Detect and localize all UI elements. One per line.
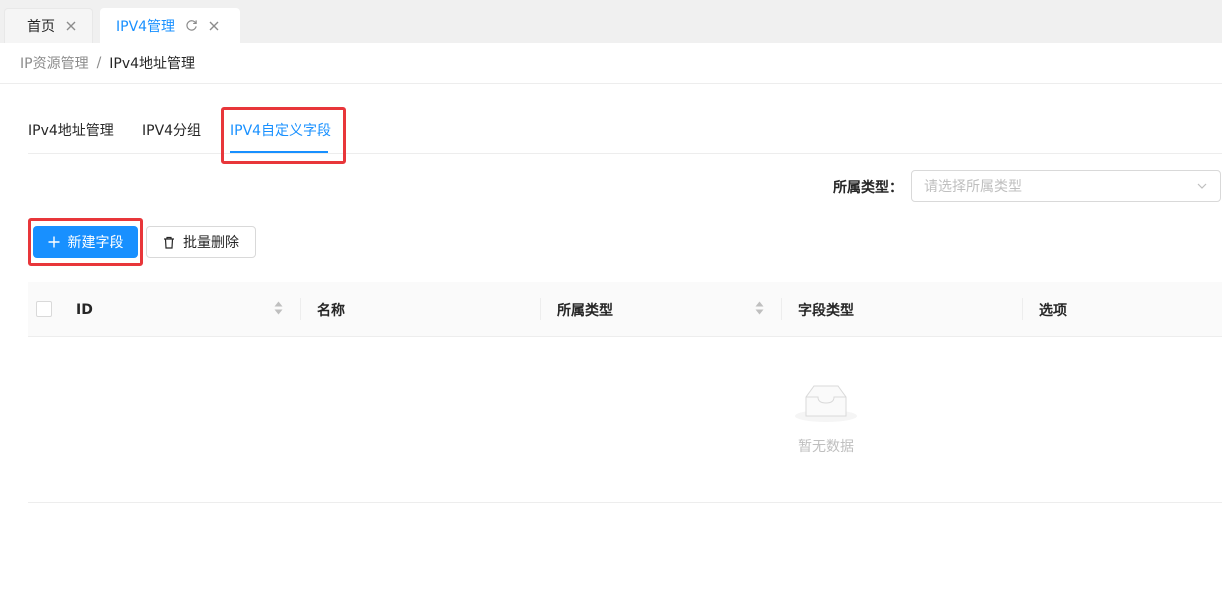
refresh-icon[interactable] — [185, 19, 198, 32]
column-header-belong-type[interactable]: 所属类型 — [557, 282, 613, 337]
batch-delete-label: 批量删除 — [183, 234, 239, 250]
tab-ipv4-group[interactable]: IPV4分组 — [142, 120, 201, 140]
filter-label: 所属类型： — [833, 180, 903, 196]
sort-icon[interactable] — [755, 301, 764, 315]
fields-table: ID 名称 所属类型 字段类型 选项 — [28, 282, 1222, 503]
breadcrumb-divider — [0, 83, 1222, 84]
page-tab-label: IPV4管理 — [116, 18, 176, 35]
type-select[interactable]: 请选择所属类型 — [911, 170, 1221, 202]
page-tab-home[interactable]: 首页 — [4, 8, 93, 43]
column-separator — [1022, 298, 1023, 320]
column-separator — [781, 298, 782, 320]
page-tab-label: 首页 — [27, 19, 55, 35]
column-header-options: 选项 — [1039, 302, 1067, 319]
highlight-box-tab — [221, 107, 346, 164]
empty-inbox-icon — [795, 385, 857, 422]
sort-icon[interactable] — [274, 301, 283, 315]
empty-text: 暂无数据 — [798, 439, 854, 455]
trash-icon — [163, 236, 175, 249]
column-header-field-type: 字段类型 — [798, 302, 854, 319]
close-icon[interactable] — [65, 20, 77, 32]
breadcrumb-separator: / — [96, 55, 102, 71]
empty-state: 暂无数据 — [764, 380, 888, 455]
column-separator — [300, 298, 301, 320]
breadcrumb-parent[interactable]: IP资源管理 — [20, 53, 89, 73]
column-header-name: 名称 — [317, 302, 345, 319]
select-all-checkbox[interactable] — [36, 301, 52, 317]
type-select-placeholder: 请选择所属类型 — [924, 179, 1022, 195]
highlight-box-button — [28, 218, 143, 266]
tab-ipv4-address[interactable]: IPv4地址管理 — [28, 120, 114, 140]
page-tab-bar: 首页 IPV4管理 — [0, 0, 1222, 43]
column-separator — [540, 298, 541, 320]
subtab-bar: IPv4地址管理 IPV4分组 IPV4自定义字段 — [28, 106, 1222, 154]
chevron-down-icon — [1196, 180, 1208, 196]
breadcrumb: IP资源管理 / IPv4地址管理 — [20, 53, 195, 73]
column-header-id[interactable]: ID — [76, 282, 93, 337]
breadcrumb-current: IPv4地址管理 — [109, 56, 196, 72]
batch-delete-button[interactable]: 批量删除 — [146, 226, 256, 258]
close-icon[interactable] — [208, 20, 220, 32]
table-header: ID 名称 所属类型 字段类型 选项 — [28, 282, 1222, 337]
page-tab-ipv4[interactable]: IPV4管理 — [100, 8, 240, 43]
